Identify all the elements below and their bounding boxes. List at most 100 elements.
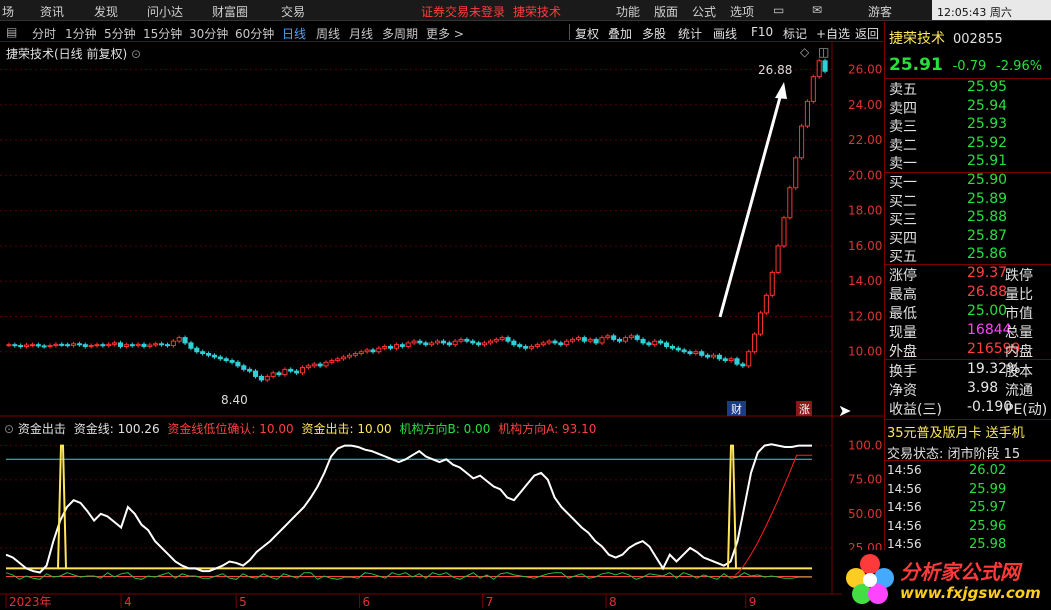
window-icon[interactable]: ◫ <box>818 45 829 59</box>
candle-body <box>305 365 311 369</box>
period-multi[interactable]: 多周期 <box>382 25 418 42</box>
menu-item-layout[interactable]: 版面 <box>654 3 678 20</box>
candle-body <box>176 337 182 342</box>
candle-body <box>669 345 675 349</box>
candle-body <box>558 342 564 346</box>
clock: 12:05:43 周六 <box>932 0 1051 20</box>
price-tick-label: 16.00 <box>848 239 882 253</box>
candle-body <box>799 125 805 159</box>
mail-icon[interactable]: ✉ <box>812 3 822 17</box>
period-15min[interactable]: 15分钟 <box>143 25 182 42</box>
kline-chart[interactable]: 26.00 24.00 22.00 20.00 18.00 16.00 14.00 12.00… <box>0 42 884 610</box>
statistics-button[interactable]: 统计 <box>678 25 702 42</box>
period-more[interactable]: 更多 > <box>426 25 464 42</box>
period-1min[interactable]: 1分钟 <box>65 25 97 42</box>
candle-body <box>241 365 247 370</box>
menu-item-discover[interactable]: 发现 <box>94 3 118 20</box>
f10-button[interactable]: F10 <box>751 25 773 39</box>
low-label: 8.40 <box>221 393 248 407</box>
candle-body <box>628 335 634 339</box>
candles-group <box>6 58 828 383</box>
restore-rights-button[interactable]: 复权 <box>575 25 599 42</box>
bid-row[interactable]: 买一 25.90 <box>889 172 1049 191</box>
candle-body <box>570 338 576 342</box>
candle-body <box>100 344 106 347</box>
trade-login-warning[interactable]: 证券交易未登录 <box>421 3 505 20</box>
back-button[interactable]: 返回 <box>855 25 879 42</box>
stat-row[interactable]: 外盘 216599 内盘 <box>889 341 1049 360</box>
stat-row[interactable]: 最低 25.00 市值 <box>889 303 1049 322</box>
logo-text: 分析家公式网 <box>900 560 1020 584</box>
period-weekly[interactable]: 周线 <box>316 25 340 42</box>
fund-line-series <box>5 443 812 574</box>
candle-body <box>757 312 764 335</box>
period-60min[interactable]: 60分钟 <box>235 25 274 42</box>
bid-row[interactable]: 买四 25.87 <box>889 228 1049 247</box>
bid-value: 25.89 <box>967 190 1008 207</box>
dropdown-icon[interactable]: ⊙ <box>131 47 141 61</box>
menu-item-options[interactable]: 选项 <box>730 3 754 20</box>
stat-row[interactable]: 涨停 29.37 跌停 <box>889 265 1049 284</box>
candle-body <box>429 342 435 346</box>
candle-body <box>523 345 529 349</box>
multi-stock-button[interactable]: 多股 <box>642 25 666 42</box>
date-label: 4 <box>124 595 132 609</box>
collapse-icon[interactable]: ▤ <box>6 25 17 39</box>
stat-value: 29.37 <box>967 265 1008 281</box>
guest-user[interactable]: 游客 <box>868 3 892 20</box>
candle-body <box>76 343 82 346</box>
indicator-dropdown-icon[interactable]: ⊙ <box>4 422 14 436</box>
ask-row[interactable]: 卖二 25.92 <box>889 135 1049 154</box>
candle-body <box>652 340 658 346</box>
menu-item-trade[interactable]: 交易 <box>281 3 305 20</box>
stat-row[interactable]: 最高 26.88 量比 <box>889 284 1049 303</box>
menu-item-formula[interactable]: 公式 <box>692 3 716 20</box>
period-monthly[interactable]: 月线 <box>349 25 373 42</box>
stat-value: 26.88 <box>967 284 1008 300</box>
candle-body <box>65 344 71 347</box>
mark-button[interactable]: 标记 <box>783 25 807 42</box>
promo-banner[interactable]: 35元普及版月卡 送手机 <box>887 422 1025 441</box>
tick-time: 14:56 <box>887 481 922 496</box>
bid-row[interactable]: 买三 25.88 <box>889 209 1049 228</box>
minimize-icon[interactable]: ▭ <box>773 3 784 17</box>
indicator-name[interactable]: 资金出击 <box>18 422 66 436</box>
menu-item-news[interactable]: 资讯 <box>40 3 64 20</box>
bid-row[interactable]: 买五 25.86 <box>889 246 1049 265</box>
ask-row[interactable]: 卖三 25.93 <box>889 116 1049 135</box>
stat2-row[interactable]: 净资 3.98 流通 <box>889 380 1049 399</box>
overlay-button[interactable]: 叠加 <box>608 25 632 42</box>
current-stock-link[interactable]: 捷荣技术 <box>513 3 561 20</box>
stat2-row[interactable]: 收益(三) -0.190 PE(动) <box>889 399 1049 418</box>
period-30min[interactable]: 30分钟 <box>189 25 228 42</box>
candle-body <box>358 351 364 355</box>
menu-item-ask[interactable]: 问小达 <box>147 3 183 20</box>
draw-line-button[interactable]: 画线 <box>713 25 737 42</box>
candle-body <box>687 351 693 355</box>
period-5min[interactable]: 5分钟 <box>104 25 136 42</box>
period-daily[interactable]: 日线 <box>282 25 306 42</box>
add-watchlist-button[interactable]: +自选 <box>816 25 850 42</box>
candle-body <box>88 345 94 348</box>
period-timeshare[interactable]: 分时 <box>32 25 56 42</box>
ask-label: 卖二 <box>889 137 917 154</box>
indicator-low-confirm: 资金线低位确认: 10.00 <box>167 422 294 436</box>
stat-row[interactable]: 现量 16844 总量 <box>889 322 1049 341</box>
candle-body <box>728 358 734 362</box>
bid-row[interactable]: 买二 25.89 <box>889 191 1049 210</box>
menu-item-partial[interactable]: 场 <box>2 3 14 20</box>
candle-body <box>634 335 640 340</box>
tick-price: 25.97 <box>969 500 1007 515</box>
ask-row[interactable]: 卖四 25.94 <box>889 98 1049 117</box>
diamond-icon[interactable]: ◇ <box>800 45 810 59</box>
ask-row[interactable]: 卖一 25.91 <box>889 153 1049 172</box>
menu-item-wealth[interactable]: 财富圈 <box>212 3 248 20</box>
ask-row[interactable]: 卖五 25.95 <box>889 79 1049 98</box>
bid-label: 买四 <box>889 230 917 247</box>
candle-body <box>29 344 35 347</box>
candle-body <box>141 343 147 347</box>
stat2-row[interactable]: 换手 19.32% 股本 <box>889 361 1049 380</box>
price-tick-label: 10.00 <box>848 345 882 359</box>
candle-body <box>705 354 711 358</box>
menu-item-function[interactable]: 功能 <box>616 3 640 20</box>
